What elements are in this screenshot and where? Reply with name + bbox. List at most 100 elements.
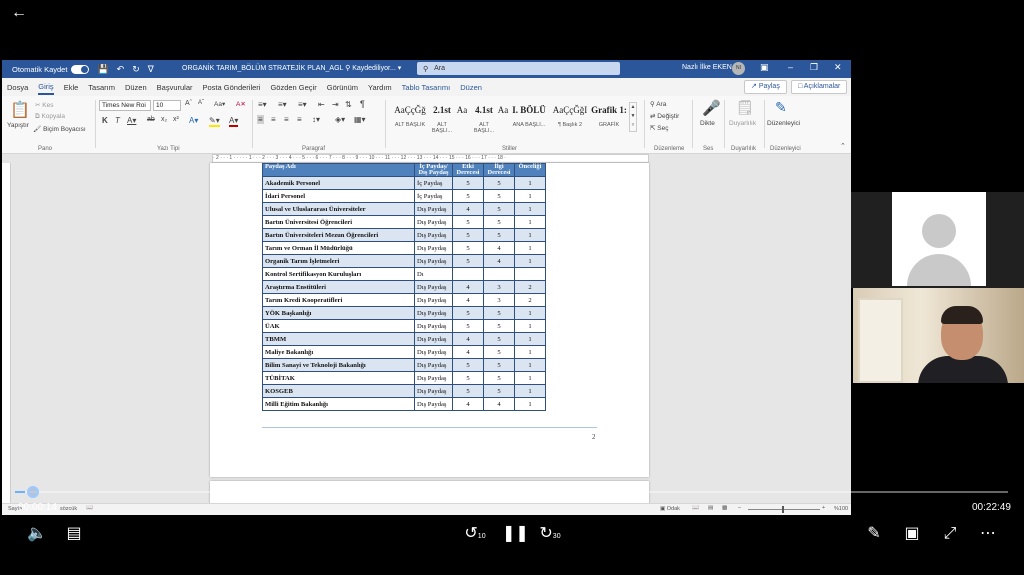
sensitivity-icon[interactable]: 🗒 (736, 99, 754, 116)
cell-stakeholder-name[interactable]: YÖK Başkanlığı (262, 306, 415, 320)
bold-icon[interactable]: K (102, 116, 108, 125)
table-row[interactable]: YÖK Başkanlığı Dış Paydaş 5 5 1 (262, 306, 546, 320)
style-alt-basli-4[interactable]: 4.1st ALT BAŞLI... (472, 102, 496, 134)
table-row[interactable]: Araştırma Enstitüleri Dış Paydaş 4 3 2 (262, 280, 546, 294)
cell-stakeholder-name[interactable]: Akademik Personel (262, 176, 415, 190)
save-icon[interactable]: 💾 (97, 64, 108, 75)
style-ana-baslik[interactable]: I. BÖLÜ ANA BAŞLI... (509, 102, 549, 134)
cell-impact[interactable]: 4 (452, 345, 484, 359)
line-spacing-icon[interactable]: ↕▾ (312, 115, 320, 124)
vertical-ruler[interactable] (2, 163, 11, 503)
decrease-indent-icon[interactable]: ⇤ (318, 100, 325, 109)
cell-stakeholder-name[interactable]: TÜBİTAK (262, 371, 415, 385)
cell-impact[interactable]: 4 (452, 280, 484, 294)
cell-priority[interactable]: 1 (514, 215, 546, 229)
cell-impact[interactable]: 5 (452, 176, 484, 190)
cell-interest[interactable]: 5 (483, 228, 515, 242)
participant-tile-video[interactable] (853, 288, 1024, 383)
header-priority[interactable]: Önceliği (514, 163, 546, 177)
cell-priority[interactable]: 2 (514, 280, 546, 294)
cell-priority[interactable]: 2 (514, 293, 546, 307)
tab-review[interactable]: Gözden Geçir (270, 81, 316, 94)
cell-interest[interactable]: 5 (483, 319, 515, 333)
style-grafik[interactable]: Grafik 1: GRAFİK (590, 102, 628, 134)
participant-tile-placeholder[interactable] (892, 192, 986, 286)
pen-icon[interactable]: ✎ (864, 524, 884, 544)
find-button[interactable]: ⚲ Ara (650, 100, 666, 108)
mini-player-icon[interactable]: ▣ (902, 524, 922, 544)
cell-impact[interactable]: 5 (452, 228, 484, 242)
cell-stakeholder-name[interactable]: Bartın Üniversitesi Öğrencileri (262, 215, 415, 229)
sort-icon[interactable]: ⇅ (345, 100, 352, 109)
replace-button[interactable]: ⇄ Değiştir (650, 112, 679, 120)
cell-stakeholder-name[interactable]: Tarım Kredi Kooperatifleri (262, 293, 415, 307)
cell-impact[interactable]: 5 (452, 215, 484, 229)
paste-button[interactable]: Yapıştır (7, 122, 29, 129)
fullscreen-icon[interactable]: ⤢ (940, 524, 960, 544)
cell-stakeholder-name[interactable]: Kontrol Sertifikasyon Kuruluşları (262, 267, 415, 281)
superscript-icon[interactable]: x² (173, 116, 179, 123)
cell-priority[interactable]: 1 (514, 384, 546, 398)
minimize-icon[interactable]: – (788, 62, 793, 72)
header-stakeholder-name[interactable]: Paydaş Adı (262, 163, 415, 177)
cell-impact[interactable]: 4 (452, 293, 484, 307)
pilcrow-icon[interactable]: ¶ (360, 99, 365, 109)
editor-button[interactable]: Düzenleyici (767, 120, 800, 127)
header-interest[interactable]: İlgi Derecesi (483, 163, 515, 177)
microphone-icon[interactable]: 🎤 (702, 99, 721, 117)
cell-priority[interactable]: 1 (514, 202, 546, 216)
table-row[interactable]: KOSGEB Dış Paydaş 5 5 1 (262, 384, 546, 398)
cell-priority[interactable]: 1 (514, 189, 546, 203)
cell-impact[interactable]: 5 (452, 189, 484, 203)
cell-priority[interactable]: 1 (514, 228, 546, 242)
strikethrough-icon[interactable]: ab (147, 116, 155, 123)
zoom-out-icon[interactable]: – (738, 505, 741, 511)
cell-stakeholder-type[interactable]: Dış Paydaş (414, 306, 453, 320)
customize-icon[interactable]: ∇ (148, 64, 154, 75)
style-baslik-2[interactable]: AaÇçĞğI ¶ Başlık 2 (550, 102, 590, 134)
italic-icon[interactable]: T (115, 116, 120, 125)
cell-interest[interactable]: 4 (483, 254, 515, 268)
style-aa-2[interactable]: Aa (496, 102, 510, 134)
cell-impact[interactable]: 4 (452, 332, 484, 346)
undo-icon[interactable]: ↶ (117, 64, 125, 75)
cell-impact[interactable]: 5 (452, 384, 484, 398)
zoom-slider-thumb[interactable] (782, 506, 784, 513)
back-arrow-icon[interactable]: ← (10, 4, 28, 22)
cell-stakeholder-type[interactable]: Dış Paydaş (414, 280, 453, 294)
subscript-icon[interactable]: x₂ (161, 116, 167, 123)
cell-stakeholder-type[interactable]: Dış Paydaş (414, 254, 453, 268)
cell-stakeholder-name[interactable]: ÜAK (262, 319, 415, 333)
tab-design[interactable]: Tasarım (88, 81, 115, 94)
header-stakeholder-type[interactable]: İç Paydaş/ Dış Paydaş (414, 163, 453, 177)
cell-interest[interactable]: 5 (483, 202, 515, 216)
cell-stakeholder-name[interactable]: Milli Eğitim Bakanlığı (262, 397, 415, 411)
style-aa-1[interactable]: Aa (454, 102, 470, 134)
print-layout-icon[interactable]: ▤ (708, 505, 713, 511)
read-mode-icon[interactable]: 📖 (692, 505, 699, 511)
cell-priority[interactable]: 1 (514, 176, 546, 190)
table-row[interactable]: Bartın Üniversiteleri Mezun Öğrencileri D… (262, 228, 546, 242)
header-impact[interactable]: Etki Derecesi (452, 163, 484, 177)
cell-stakeholder-type[interactable]: Dış Paydaş (414, 228, 453, 242)
cell-priority[interactable]: 1 (514, 332, 546, 346)
focus-button[interactable]: ▣ Odak (660, 506, 680, 512)
cell-interest[interactable]: 5 (483, 306, 515, 320)
rewind-button[interactable]: ↺10 (463, 524, 487, 547)
font-color-icon[interactable]: A▾ (229, 116, 239, 127)
cell-stakeholder-type[interactable]: Dış Paydaş (414, 215, 453, 229)
increase-indent-icon[interactable]: ⇥ (332, 100, 339, 109)
redo-icon[interactable]: ↻ (132, 64, 140, 75)
cell-interest[interactable]: 5 (483, 371, 515, 385)
document-page[interactable]: Paydaş Adı İç Paydaş/ Dış Paydaş Etki De… (210, 163, 649, 477)
table-row[interactable]: Organik Tarım İşletmeleri Dış Paydaş 5 4 1 (262, 254, 546, 268)
cell-interest[interactable]: 5 (483, 332, 515, 346)
change-case-icon[interactable]: Aa▾ (214, 100, 225, 108)
cell-interest[interactable]: 5 (483, 358, 515, 372)
autosave-toggle[interactable]: Otomatik Kaydet (12, 64, 90, 74)
horizontal-ruler[interactable]: · 2 · · · 1 · · · · · 1 · · · 2 · · · 3 … (2, 154, 851, 163)
cell-impact[interactable]: 4 (452, 202, 484, 216)
table-row[interactable]: Bilim Sanayi ve Teknoloji Bakanlığı Dış P… (262, 358, 546, 372)
cell-interest[interactable]: 3 (483, 280, 515, 294)
zoom-slider[interactable] (748, 509, 820, 510)
